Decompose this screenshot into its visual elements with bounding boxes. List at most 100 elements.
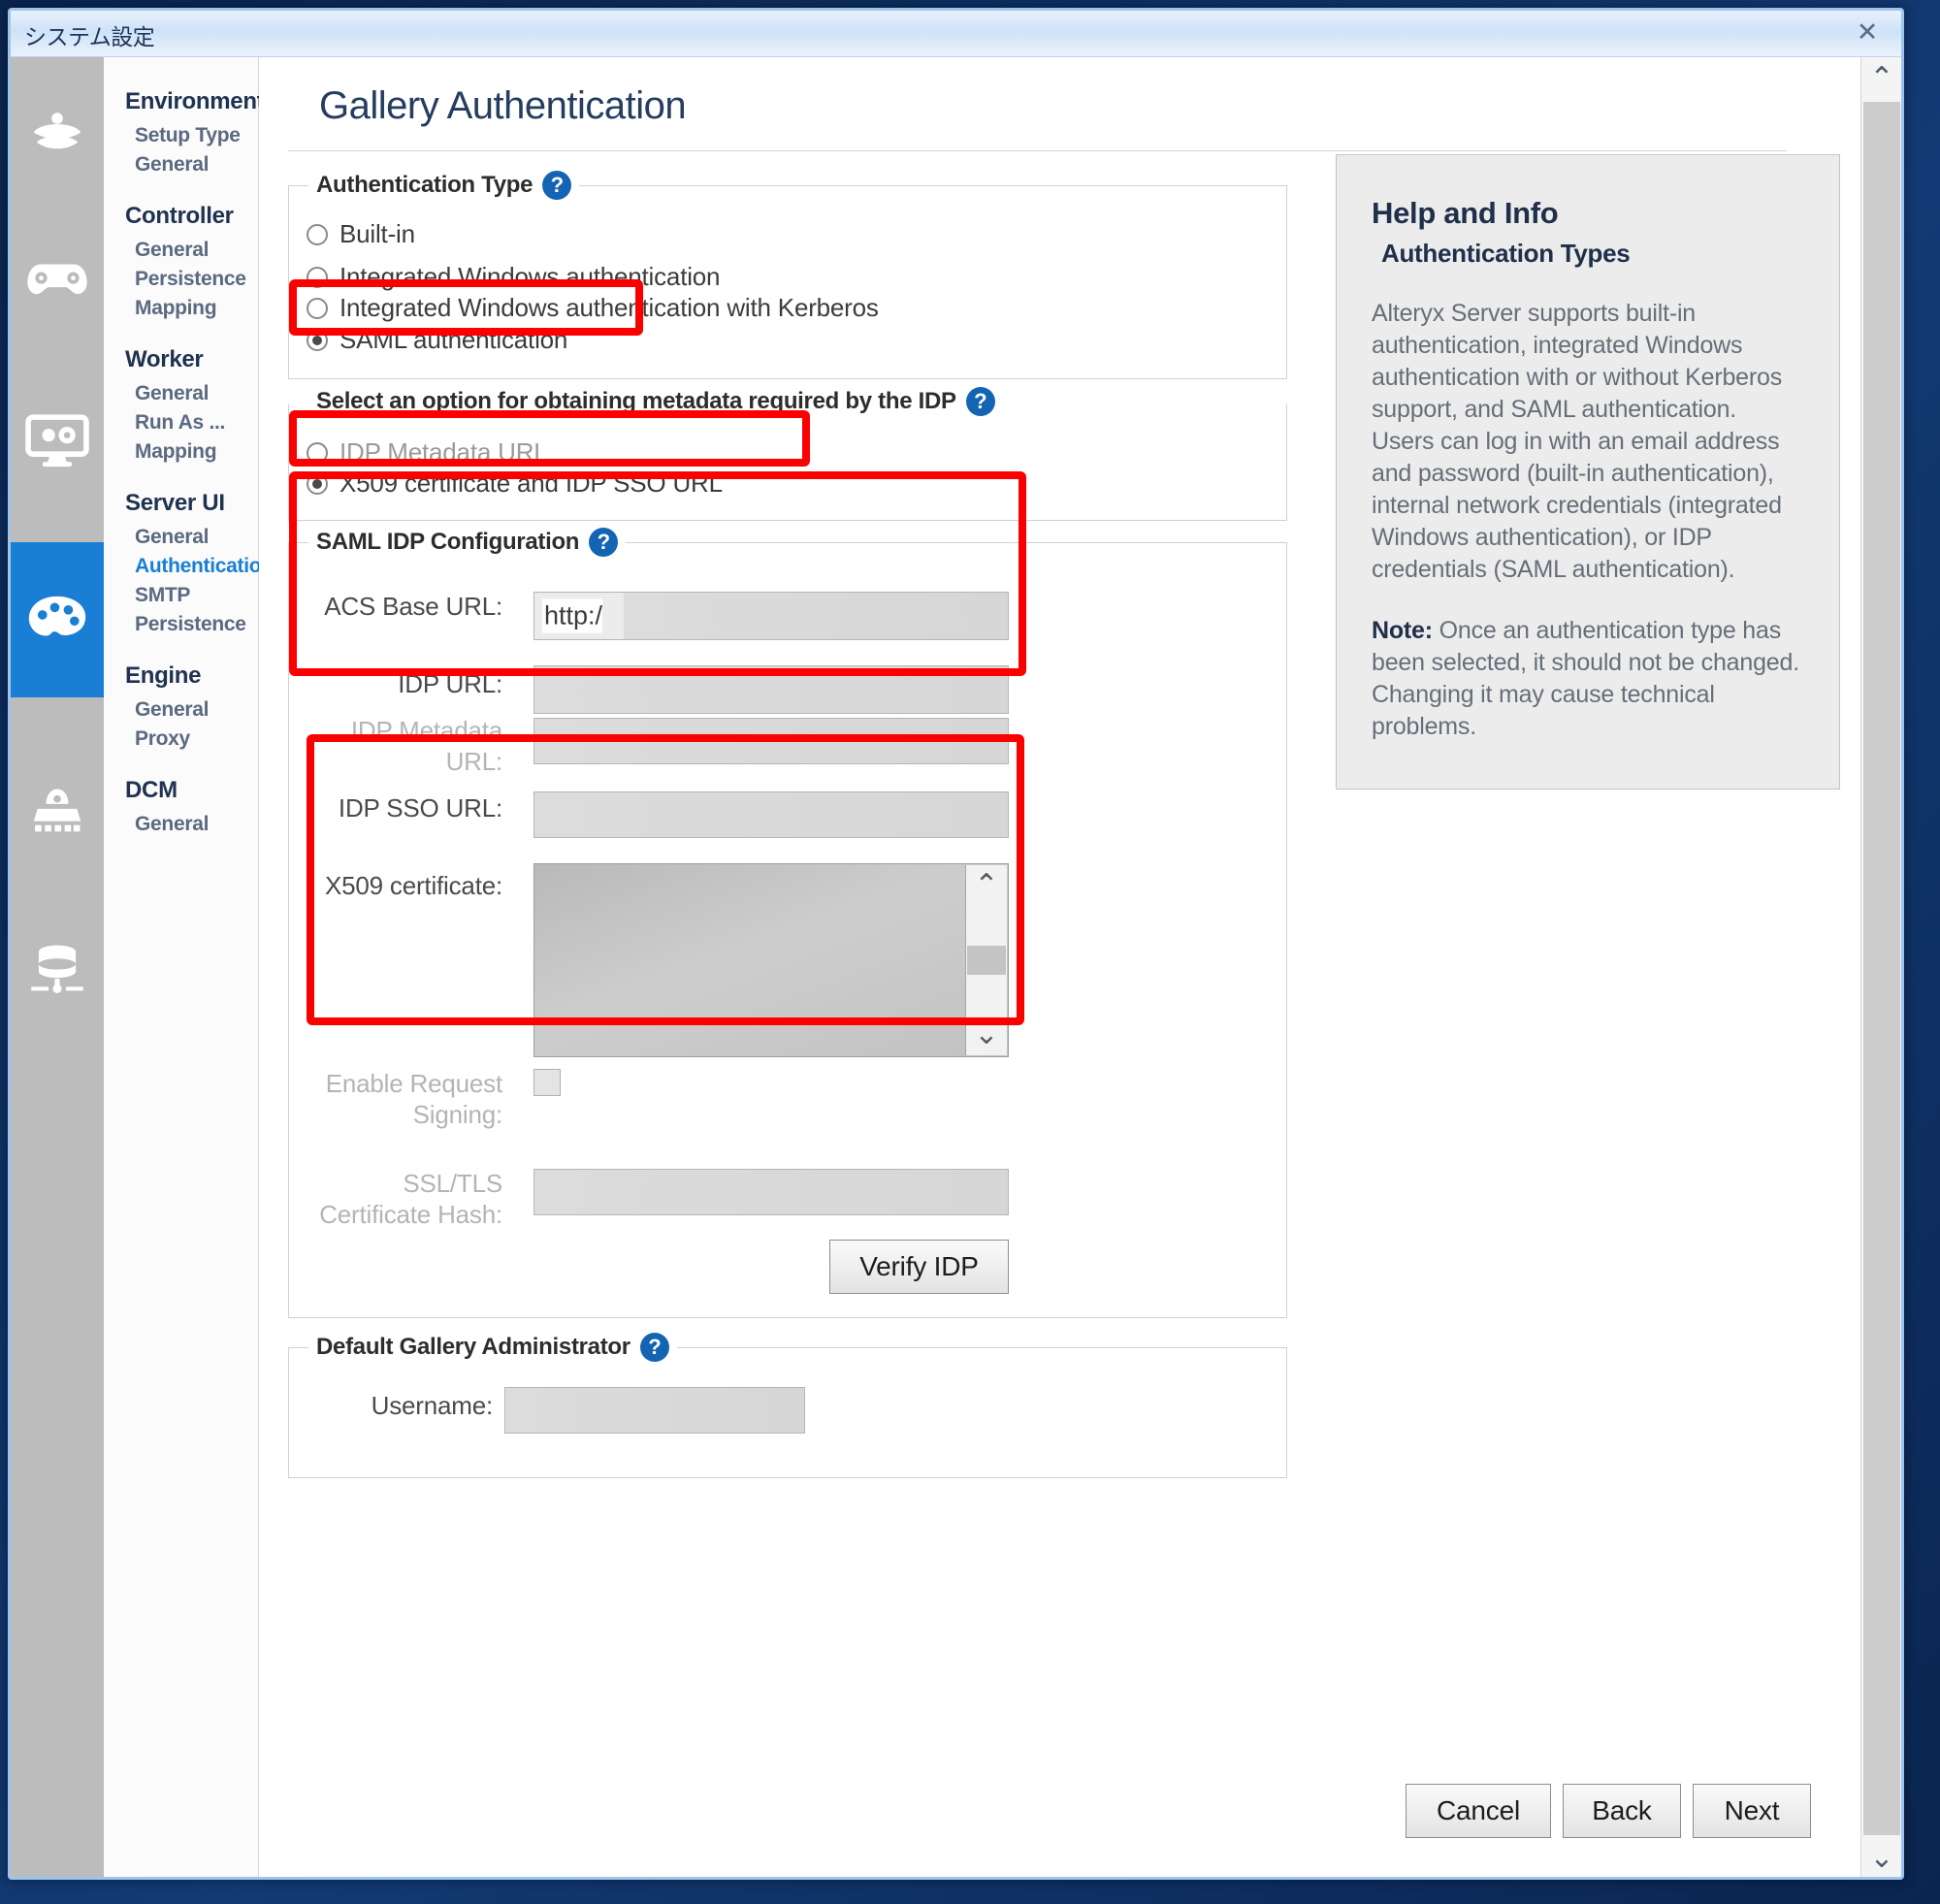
content-scrollbar[interactable]: ⌃ ⌄ [1860,57,1901,1877]
sidebar-item-server-ui-persistence[interactable]: Persistence [104,610,258,639]
radio-saml-authentication[interactable]: SAML authentication [307,325,567,355]
radio-idp-metadata-url[interactable]: IDP Metadata URL [307,437,548,468]
default-gallery-administrator-fieldset: Default Gallery Administrator ? Username… [288,1333,1287,1478]
engine-rocket-icon [27,787,87,841]
radio-indicator-selected [307,472,328,495]
sidebar-item-dcm-general[interactable]: General [104,810,258,839]
idp-sso-url-input[interactable] [534,791,1009,838]
sidebar-item-setup-type[interactable]: Setup Type [104,121,258,150]
username-label: Username: [371,1391,494,1420]
scroll-down-icon[interactable]: ⌄ [1861,1837,1901,1877]
nav-group-server-ui: Server UI General Authentication SMTP Pe… [104,478,274,639]
nav-head-server-ui: Server UI [125,490,225,516]
environment-leaf-icon [29,107,85,163]
sidebar-item-engine-general[interactable]: General [104,695,258,725]
idp-url-label: IDP URL: [398,669,502,698]
authentication-type-fieldset: Authentication Type ? Built-in Integrate… [288,171,1287,379]
icon-rail [11,57,104,1877]
help-icon[interactable]: ? [639,1333,669,1362]
radio-indicator [307,297,328,319]
radio-integrated-windows[interactable]: Integrated Windows authentication [307,262,721,292]
window-titlebar: システム設定 ✕ [11,11,1901,57]
sidebar-item-engine-proxy[interactable]: Proxy [104,725,258,754]
ssl-tls-certificate-hash-input [534,1169,1009,1215]
title-divider [288,150,1787,151]
nav-group-worker: Worker General Run As ... Mapping [104,335,258,467]
rail-item-controller[interactable] [11,203,104,358]
x509-certificate-label: X509 certificate: [324,871,502,900]
x509-certificate-textarea[interactable]: ⌃ ⌄ [534,863,1009,1057]
help-icon[interactable]: ? [965,387,995,416]
radio-x509-idp-sso[interactable]: X509 certificate and IDP SSO URL [307,468,723,499]
help-panel-note-label: Note: [1372,617,1433,644]
acs-base-url-label: ACS Base URL: [324,592,502,621]
radio-integrated-windows-kerberos[interactable]: Integrated Windows authentication with K… [307,293,879,323]
sidebar-item-controller-persistence[interactable]: Persistence [104,265,258,294]
help-panel-subtitle: Authentication Types [1381,239,1631,268]
help-panel-body: Alteryx Server supports built-in authent… [1372,300,1782,583]
rail-item-dcm[interactable] [11,891,104,1047]
radio-integrated-windows-kerberos-label: Integrated Windows authentication with K… [340,293,879,322]
help-panel-title: Help and Info [1372,196,1559,230]
radio-saml-authentication-label: SAML authentication [340,325,568,354]
saml-idp-legend: SAML IDP Configuration ? [308,528,627,557]
ssl-tls-certificate-hash-label: SSL/TLS Certificate Hash: [319,1169,502,1229]
radio-indicator [307,266,328,288]
enable-request-signing-label: Enable Request Signing: [325,1069,502,1129]
help-icon[interactable]: ? [589,528,619,557]
nav-group-environment: Environment Setup Type General [104,77,265,179]
cancel-button[interactable]: Cancel [1406,1784,1551,1838]
close-icon[interactable]: ✕ [1851,16,1884,48]
nav-group-engine: Engine General Proxy [104,651,258,754]
back-button[interactable]: Back [1563,1784,1681,1838]
radio-indicator [307,441,328,464]
page-title: Gallery Authentication [319,84,687,127]
scroll-down-icon[interactable]: ⌄ [974,1015,998,1055]
sidebar-item-server-ui-general[interactable]: General [104,523,258,552]
masked-value [534,1170,1008,1214]
sidebar-item-worker-run-as[interactable]: Run As ... [104,408,258,437]
scroll-track[interactable] [1863,102,1900,1835]
nav-head-dcm: DCM [125,777,178,803]
radio-x509-idp-sso-label: X509 certificate and IDP SSO URL [340,468,723,498]
username-field[interactable] [504,1387,805,1434]
x509-certificate-scrollbar[interactable]: ⌃ ⌄ [965,865,1007,1055]
radio-integrated-windows-label: Integrated Windows authentication [340,262,721,291]
sidebar-item-worker-mapping[interactable]: Mapping [104,437,258,467]
settings-nav: Environment Setup Type General Controlle… [104,57,274,1877]
next-button[interactable]: Next [1693,1784,1811,1838]
enable-request-signing-checkbox [534,1069,561,1096]
help-panel-note-body: Once an authentication type has been sel… [1372,617,1799,740]
masked-value [624,593,1008,639]
masked-value [505,1388,804,1433]
sidebar-item-authentication[interactable]: Authentication [104,552,274,581]
nav-head-environment: Environment [125,88,265,114]
sidebar-item-controller-mapping[interactable]: Mapping [104,294,258,323]
acs-base-url-prefix: http:/ [542,598,603,633]
idp-url-input[interactable] [534,665,1009,714]
desktop-background: システム設定 ✕ Environment Setup Type General … [0,0,1940,1904]
scroll-up-icon[interactable]: ⌃ [974,865,998,906]
acs-base-url-input[interactable]: http:/ [534,592,1009,640]
sidebar-item-controller-general[interactable]: General [104,236,258,265]
rail-item-server-ui[interactable] [11,542,104,697]
nav-head-engine: Engine [125,662,202,689]
worker-monitor-icon [25,413,89,469]
controller-gamepad-icon [25,252,89,308]
scroll-thumb[interactable] [967,946,1006,975]
scroll-up-icon[interactable]: ⌃ [1861,57,1901,100]
sidebar-item-environment-general[interactable]: General [104,150,258,179]
sidebar-item-worker-general[interactable]: General [104,379,258,408]
help-icon[interactable]: ? [542,171,572,200]
rail-item-environment[interactable] [11,57,104,212]
radio-built-in[interactable]: Built-in [307,219,415,249]
masked-value [534,719,1008,763]
help-panel-note: Note: Once an authentication type has be… [1372,615,1804,743]
rail-item-engine[interactable] [11,736,104,891]
rail-item-worker[interactable] [11,364,104,519]
saml-idp-legend-text: SAML IDP Configuration [316,529,580,555]
system-settings-window: システム設定 ✕ Environment Setup Type General … [8,8,1904,1880]
idp-sso-url-label: IDP SSO URL: [338,793,502,823]
sidebar-item-smtp[interactable]: SMTP [104,581,258,610]
verify-idp-button[interactable]: Verify IDP [829,1240,1009,1294]
